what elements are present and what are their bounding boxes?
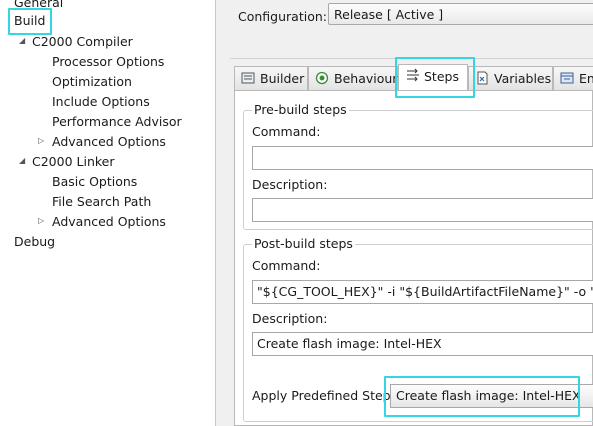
behaviour-icon xyxy=(315,69,329,85)
tab-behaviour[interactable]: Behaviour xyxy=(308,66,398,90)
tree-item-processor-options[interactable]: Processor Options xyxy=(52,52,164,72)
predefined-step-dropdown[interactable]: Create flash image: Intel-HEX xyxy=(390,384,593,408)
expanded-arrow-icon[interactable]: ◢ xyxy=(19,37,27,45)
predefined-step-label: Apply Predefined Step: xyxy=(252,388,395,403)
tree-item-label: General xyxy=(14,0,64,10)
prebuild-description-field[interactable] xyxy=(252,198,593,222)
tree-item-label: Debug xyxy=(14,234,56,249)
builder-icon xyxy=(241,69,255,84)
tree-item-label: Build xyxy=(14,13,46,28)
configuration-label: Configuration: xyxy=(238,9,327,24)
tab-environment[interactable]: En xyxy=(553,66,593,90)
collapsed-arrow-icon[interactable]: ▷ xyxy=(38,137,46,145)
prebuild-command-field[interactable] xyxy=(252,146,593,170)
tree-item-label: C2000 Linker xyxy=(32,154,115,169)
tree-item-label: Advanced Options xyxy=(52,214,166,229)
tree-item-performance-advisor[interactable]: Performance Advisor xyxy=(52,112,182,132)
expanded-arrow-icon[interactable]: ◢ xyxy=(19,157,27,165)
tree-item-build[interactable]: Build xyxy=(14,11,45,31)
steps-icon xyxy=(405,67,419,82)
tree-item-compiler-advanced-options[interactable]: Advanced Options xyxy=(52,132,166,152)
steps-tab-panel: Pre-build steps Command: Description: Po… xyxy=(234,90,593,426)
prebuild-description-label: Description: xyxy=(252,177,328,192)
tree-item-include-options[interactable]: Include Options xyxy=(52,92,150,112)
tab-label: Variables xyxy=(494,71,552,86)
configuration-value: Release [ Active ] xyxy=(334,7,444,22)
tree-item-debug[interactable]: Debug xyxy=(14,232,55,252)
tab-label: Steps xyxy=(424,69,459,84)
environment-icon xyxy=(560,69,574,84)
tree-item-label: Include Options xyxy=(52,94,150,109)
postbuild-description-value: Create flash image: Intel-HEX xyxy=(257,336,442,351)
postbuild-description-label: Description: xyxy=(252,311,328,326)
postbuild-command-label: Command: xyxy=(252,258,321,273)
prebuild-title: Pre-build steps xyxy=(252,102,349,117)
tab-label: Builder xyxy=(260,71,305,86)
tree-item-basic-options[interactable]: Basic Options xyxy=(52,172,137,192)
settings-tree: General Build ◢ C2000 Compiler Processor… xyxy=(0,0,215,426)
prebuild-command-label: Command: xyxy=(252,124,321,139)
collapsed-arrow-icon[interactable]: ▷ xyxy=(38,217,46,225)
tab-steps[interactable]: Steps xyxy=(398,64,468,91)
tree-item-label: File Search Path xyxy=(52,194,152,209)
tree-item-label: Performance Advisor xyxy=(52,114,182,129)
tree-item-c2000-compiler[interactable]: C2000 Compiler xyxy=(32,32,133,52)
tree-item-c2000-linker[interactable]: C2000 Linker xyxy=(32,152,115,172)
tree-item-label: Basic Options xyxy=(52,174,138,189)
postbuild-description-field[interactable]: Create flash image: Intel-HEX xyxy=(252,332,593,356)
tree-item-linker-advanced-options[interactable]: Advanced Options xyxy=(52,212,166,232)
configuration-dropdown[interactable]: Release [ Active ] xyxy=(328,3,593,25)
tree-item-label: Advanced Options xyxy=(52,134,166,149)
tab-builder[interactable]: Builder xyxy=(234,66,308,90)
postbuild-group: Post-build steps Command: "${CG_TOOL_HEX… xyxy=(243,236,593,422)
postbuild-title: Post-build steps xyxy=(252,236,355,251)
section-divider xyxy=(230,58,593,59)
prebuild-group: Pre-build steps Command: Description: xyxy=(243,102,593,230)
tree-item-file-search-path[interactable]: File Search Path xyxy=(52,192,151,212)
tree-item-label: Optimization xyxy=(52,74,132,89)
tab-variables[interactable]: Variables xyxy=(468,66,553,90)
tree-item-optimization[interactable]: Optimization xyxy=(52,72,132,92)
postbuild-command-value: "${CG_TOOL_HEX}" -i "${BuildArtifactFile… xyxy=(257,284,593,299)
postbuild-command-field[interactable]: "${CG_TOOL_HEX}" -i "${BuildArtifactFile… xyxy=(252,280,593,304)
tree-item-label: Processor Options xyxy=(52,54,165,69)
tree-item-label: C2000 Compiler xyxy=(32,34,133,49)
properties-pane: Configuration: Release [ Active ] Builde… xyxy=(216,0,593,426)
tab-label: Behaviour xyxy=(334,71,398,86)
tab-label: En xyxy=(579,71,593,86)
tab-bar: Builder Behaviour Steps Variables En xyxy=(234,64,593,92)
predefined-step-value: Create flash image: Intel-HEX xyxy=(396,388,581,403)
variables-icon xyxy=(475,69,489,85)
